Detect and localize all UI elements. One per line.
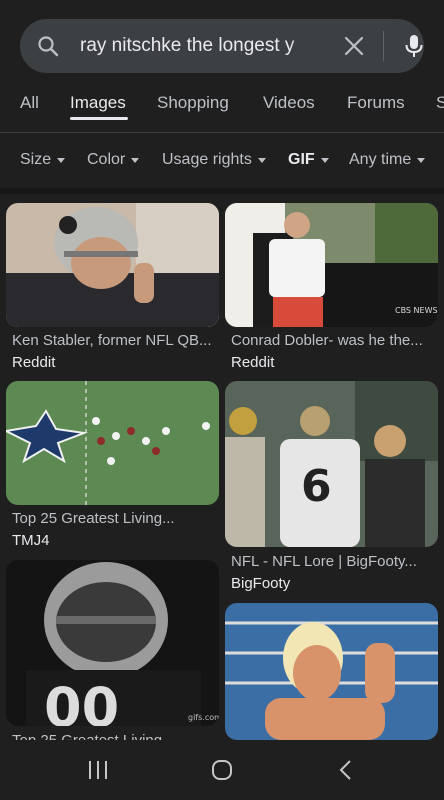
man-beside-car-photo[interactable]: CBS NEWS <box>225 203 438 327</box>
chevron-down-icon <box>257 157 266 163</box>
chevron-down-icon <box>131 157 140 163</box>
filter-chips: Size Color Usage rights GIF Any time <box>0 140 444 180</box>
chevron-down-icon <box>417 157 426 163</box>
home-icon[interactable] <box>208 758 236 782</box>
search-tabs: All Images Shopping Videos Forums S <box>0 80 444 130</box>
watermark-text: CBS NEWS <box>395 306 438 315</box>
wrestler-in-ring-photo[interactable] <box>225 603 438 740</box>
tab-images[interactable]: Images <box>70 93 126 113</box>
jersey-number-text: 00 <box>44 676 119 726</box>
close-icon[interactable] <box>342 34 366 58</box>
tab-videos[interactable]: Videos <box>263 93 315 113</box>
result-title: Ken Stabler, former NFL QB... <box>12 332 212 349</box>
tab-shopping[interactable]: Shopping <box>157 93 229 113</box>
filter-size[interactable]: Size <box>20 151 66 169</box>
chevron-down-icon <box>320 157 329 163</box>
search-input[interactable]: ray nitschke the longest y <box>80 33 326 59</box>
jersey-number-text: 6 <box>301 461 332 512</box>
result-card[interactable]: 6 NFL - NFL Lore | BigFooty... BigFooty <box>225 381 438 593</box>
tab-forums[interactable]: Forums <box>347 93 405 113</box>
back-icon[interactable] <box>332 758 360 782</box>
filter-gif-label: GIF <box>288 151 315 168</box>
result-card[interactable] <box>225 603 438 740</box>
result-source: TMJ4 <box>12 532 50 549</box>
football-field-play-photo[interactable] <box>6 381 219 505</box>
filter-any-time[interactable]: Any time <box>349 151 426 169</box>
watermark-text: gifs.com <box>188 713 219 722</box>
filter-any-time-label: Any time <box>349 151 412 168</box>
result-card[interactable]: Ken Stabler, former NFL QB... Reddit <box>6 203 219 373</box>
result-card[interactable]: 00 gifs.com Top 25 Greatest Living... <box>6 560 219 749</box>
chevron-down-icon <box>57 157 66 163</box>
result-card[interactable]: Top 25 Greatest Living... TMJ4 <box>6 381 219 551</box>
filter-usage-rights[interactable]: Usage rights <box>162 151 266 169</box>
active-tab-indicator <box>70 117 128 120</box>
search-icon[interactable] <box>36 34 60 58</box>
football-player-number-6-photo[interactable]: 6 <box>225 381 438 547</box>
filter-usage-rights-label: Usage rights <box>162 151 252 168</box>
filter-color-label: Color <box>87 151 126 168</box>
filters-divider <box>0 188 444 194</box>
search-bar[interactable]: ray nitschke the longest y <box>20 19 424 73</box>
tab-all[interactable]: All <box>20 93 39 113</box>
result-title: NFL - NFL Lore | BigFooty... <box>231 553 417 570</box>
system-navigation-bar <box>0 740 444 800</box>
tabs-divider <box>0 132 444 133</box>
tab-overflow[interactable]: S <box>436 93 444 113</box>
result-source: Reddit <box>12 354 56 371</box>
raiders-quarterback-photo[interactable] <box>6 203 219 327</box>
result-title: Conrad Dobler- was he the... <box>231 332 423 349</box>
search-divider <box>383 31 384 61</box>
result-source: Reddit <box>231 354 275 371</box>
result-card[interactable]: CBS NEWS Conrad Dobler- was he the... Re… <box>225 203 438 373</box>
result-source: BigFooty <box>231 575 291 592</box>
filter-gif[interactable]: GIF <box>288 151 329 169</box>
filter-size-label: Size <box>20 151 52 168</box>
microphone-icon[interactable] <box>402 33 426 59</box>
raiders-helmet-closeup-photo[interactable]: 00 gifs.com <box>6 560 219 726</box>
recent-apps-icon[interactable] <box>84 758 112 782</box>
result-title: Top 25 Greatest Living... <box>12 510 175 527</box>
filter-color[interactable]: Color <box>87 151 140 169</box>
